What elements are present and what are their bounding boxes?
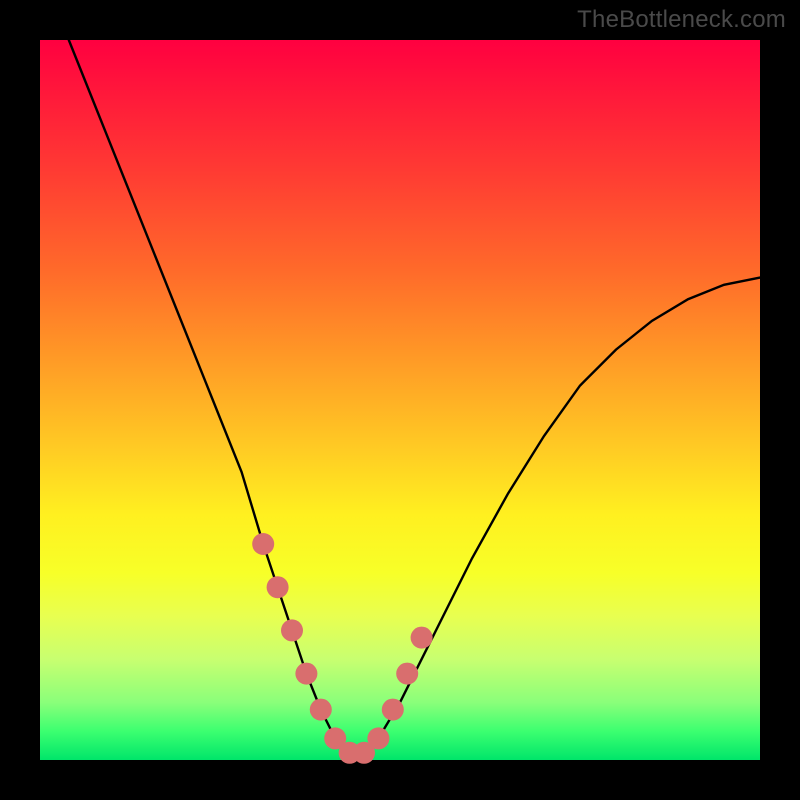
marker-point (411, 627, 433, 649)
watermark-text: TheBottleneck.com (577, 6, 786, 34)
marker-point (367, 727, 389, 749)
chart-frame: TheBottleneck.com (0, 0, 800, 800)
marker-point (267, 576, 289, 598)
marker-point (252, 533, 274, 555)
highlighted-points (252, 533, 432, 764)
plot-area (40, 40, 760, 760)
marker-point (295, 663, 317, 685)
marker-point (382, 699, 404, 721)
marker-point (396, 663, 418, 685)
marker-point (281, 619, 303, 641)
curve-svg (40, 40, 760, 760)
marker-point (310, 699, 332, 721)
